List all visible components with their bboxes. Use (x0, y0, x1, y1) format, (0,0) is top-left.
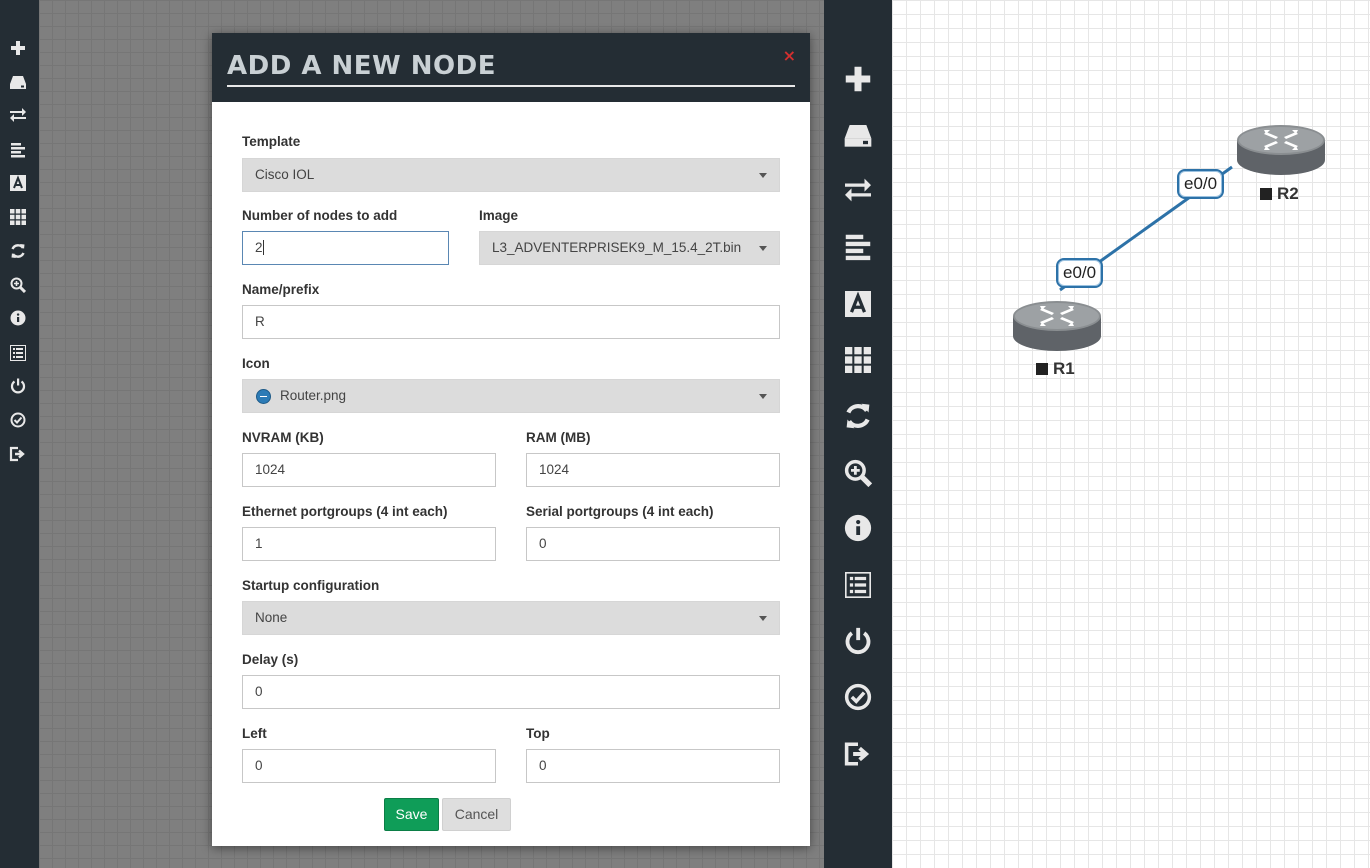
ram-value: 1024 (539, 462, 570, 477)
transfer-icon[interactable] (8, 105, 28, 125)
cancel-button[interactable]: Cancel (442, 798, 511, 831)
template-value: Cisco IOL (255, 167, 315, 182)
plus-icon[interactable] (8, 38, 28, 58)
nvram-input[interactable]: 1024 (242, 453, 496, 487)
icon-value: Router.png (280, 388, 347, 403)
add-node-dialog: ADD A NEW NODE × Template Cisco IOL Numb… (212, 33, 810, 846)
ram-label: RAM (MB) (526, 430, 591, 445)
startup-config-select[interactable]: None (242, 601, 780, 635)
ethernet-value: 1 (255, 536, 263, 551)
icon-select[interactable]: Router.png (242, 379, 780, 413)
node-r2-label: R2 (1260, 184, 1299, 204)
name-prefix-label: Name/prefix (242, 282, 320, 297)
nvram-label: NVRAM (KB) (242, 430, 324, 445)
serial-label: Serial portgroups (4 int each) (526, 504, 714, 519)
chevron-down-icon (759, 394, 767, 399)
node-r1[interactable] (1012, 296, 1102, 358)
top-input[interactable]: 0 (526, 749, 780, 783)
refresh-icon[interactable] (8, 241, 28, 261)
delay-input[interactable]: 0 (242, 675, 780, 709)
left-label: Left (242, 726, 267, 741)
image-value: L3_ADVENTERPRISEK9_M_15.4_2T.bin (492, 240, 742, 255)
num-nodes-value: 2 (255, 240, 263, 255)
list-icon[interactable] (8, 343, 28, 363)
text-icon[interactable] (8, 173, 28, 193)
chevron-down-icon (759, 173, 767, 178)
name-prefix-value: R (255, 314, 265, 329)
list-icon[interactable] (840, 567, 876, 603)
top-value: 0 (539, 758, 547, 773)
status-stopped-icon (1260, 188, 1272, 200)
chevron-down-icon (759, 616, 767, 621)
num-nodes-label: Number of nodes to add (242, 208, 398, 223)
right-toolbar (824, 0, 892, 868)
node-r2[interactable] (1236, 120, 1326, 182)
startup-config-value: None (255, 610, 288, 625)
startup-config-label: Startup configuration (242, 578, 380, 593)
image-select[interactable]: L3_ADVENTERPRISEK9_M_15.4_2T.bin (479, 231, 780, 265)
power-icon[interactable] (8, 376, 28, 396)
serial-input[interactable]: 0 (526, 527, 780, 561)
router-icon (1013, 301, 1101, 351)
template-select[interactable]: Cisco IOL (242, 158, 780, 192)
nvram-value: 1024 (255, 462, 286, 477)
delay-value: 0 (255, 684, 263, 699)
zoom-in-icon[interactable] (8, 275, 28, 295)
topology-canvas[interactable]: R2 R1 e0/0 e0/0 (892, 0, 1370, 868)
top-label: Top (526, 726, 550, 741)
template-label: Template (242, 134, 301, 149)
port-label-r1[interactable]: e0/0 (1056, 258, 1104, 288)
title-underline (227, 85, 795, 87)
port-label-r2[interactable]: e0/0 (1177, 169, 1225, 199)
align-left-icon[interactable] (8, 140, 28, 160)
grid-icon[interactable] (840, 342, 876, 378)
name-prefix-input[interactable]: R (242, 305, 780, 339)
router-icon (256, 389, 271, 404)
delay-label: Delay (s) (242, 652, 299, 667)
logout-icon[interactable] (840, 736, 876, 772)
grid-icon[interactable] (8, 207, 28, 227)
plus-icon[interactable] (840, 61, 876, 97)
align-left-icon[interactable] (840, 229, 876, 265)
storage-icon[interactable] (8, 72, 28, 92)
dialog-header: ADD A NEW NODE × (212, 33, 810, 102)
transfer-icon[interactable] (840, 172, 876, 208)
check-circle-icon[interactable] (8, 410, 28, 430)
info-icon[interactable] (840, 510, 876, 546)
close-icon[interactable]: × (783, 48, 796, 64)
save-button[interactable]: Save (384, 798, 439, 831)
serial-value: 0 (539, 536, 547, 551)
check-circle-icon[interactable] (840, 679, 876, 715)
status-stopped-icon (1036, 363, 1048, 375)
zoom-in-icon[interactable] (840, 455, 876, 491)
router-icon (1237, 125, 1325, 175)
text-icon[interactable] (840, 286, 876, 322)
num-nodes-input[interactable]: 2 (242, 231, 449, 265)
power-icon[interactable] (840, 623, 876, 659)
text-cursor (262, 240, 264, 255)
dialog-title: ADD A NEW NODE (227, 51, 496, 81)
refresh-icon[interactable] (840, 398, 876, 434)
ethernet-input[interactable]: 1 (242, 527, 496, 561)
ram-input[interactable]: 1024 (526, 453, 780, 487)
image-label: Image (479, 208, 519, 223)
icon-label: Icon (242, 356, 270, 371)
ethernet-label: Ethernet portgroups (4 int each) (242, 504, 448, 519)
logout-icon[interactable] (8, 444, 28, 464)
left-toolbar (0, 0, 39, 868)
left-input[interactable]: 0 (242, 749, 496, 783)
chevron-down-icon (759, 246, 767, 251)
left-value: 0 (255, 758, 263, 773)
node-r1-label: R1 (1036, 359, 1075, 379)
info-icon[interactable] (8, 308, 28, 328)
storage-icon[interactable] (840, 117, 876, 153)
